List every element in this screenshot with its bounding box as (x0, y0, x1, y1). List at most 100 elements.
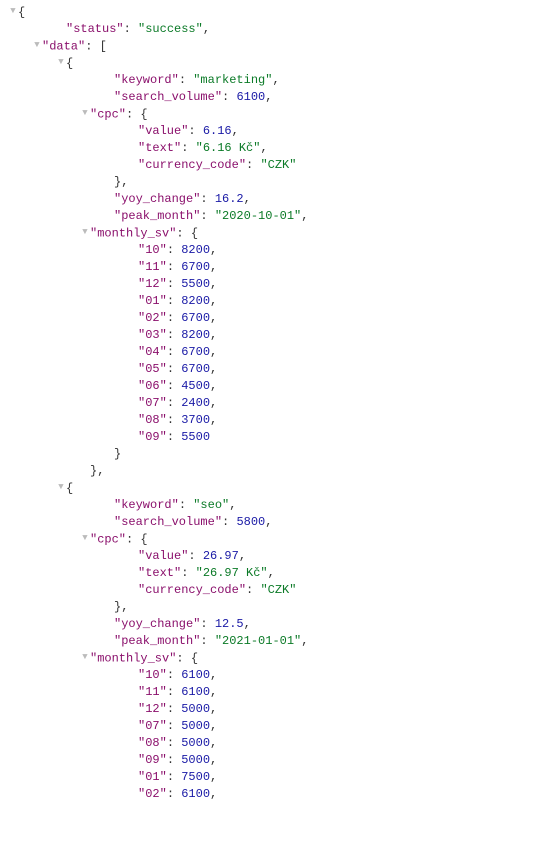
json-punct: , (210, 719, 217, 733)
json-punct: { (66, 57, 73, 71)
json-number: 5800 (236, 515, 265, 529)
json-punct: , (272, 73, 279, 87)
json-punct: { (66, 482, 73, 496)
json-key: "keyword" (114, 498, 179, 512)
json-number: 6700 (181, 362, 210, 376)
json-key: "yoy_change" (114, 617, 200, 631)
json-number: 5000 (181, 702, 210, 716)
json-line: "currency_code": "CZK" (8, 582, 560, 599)
collapse-toggle-icon[interactable]: ▼ (32, 37, 42, 54)
json-line: "text": "26.97 Kč", (8, 565, 560, 582)
json-number: 6700 (181, 311, 210, 325)
json-key: "value" (138, 549, 188, 563)
json-number: 6100 (181, 787, 210, 801)
json-number: 6700 (181, 345, 210, 359)
json-punct: : (167, 719, 181, 733)
json-key: "monthly_sv" (90, 652, 176, 666)
json-punct: , (210, 787, 217, 801)
json-line: "keyword": "seo", (8, 497, 560, 514)
json-punct: , (268, 566, 275, 580)
json-punct: , (210, 736, 217, 750)
json-key: "11" (138, 260, 167, 274)
json-line: "12": 5000, (8, 701, 560, 718)
collapse-toggle-icon[interactable]: ▼ (56, 479, 66, 496)
json-key: "search_volume" (114, 515, 222, 529)
json-key: "yoy_change" (114, 192, 200, 206)
json-line: "01": 7500, (8, 769, 560, 786)
json-key: "01" (138, 294, 167, 308)
json-punct: : (200, 634, 214, 648)
json-punct: : (167, 328, 181, 342)
json-punct: : (167, 396, 181, 410)
collapse-toggle-icon[interactable]: ▼ (8, 3, 18, 20)
json-punct: , (203, 22, 210, 36)
json-line: "02": 6100, (8, 786, 560, 803)
json-line: ▼{ (8, 480, 560, 497)
json-line: "09": 5500 (8, 429, 560, 446)
json-line: "05": 6700, (8, 361, 560, 378)
json-punct: : (167, 243, 181, 257)
json-number: 8200 (181, 243, 210, 257)
json-punct: : { (176, 227, 198, 241)
json-punct: : (167, 362, 181, 376)
json-line: ▼"monthly_sv": { (8, 225, 560, 242)
json-line: "value": 6.16, (8, 123, 560, 140)
collapse-toggle-icon[interactable]: ▼ (80, 105, 90, 122)
json-number: 16.2 (215, 192, 244, 206)
json-line: "06": 4500, (8, 378, 560, 395)
json-line: "07": 2400, (8, 395, 560, 412)
json-line: "11": 6700, (8, 259, 560, 276)
json-key: "text" (138, 566, 181, 580)
json-punct: : (200, 617, 214, 631)
json-line: ▼"data": [ (8, 38, 560, 55)
json-number: 6100 (236, 90, 265, 104)
json-key: "10" (138, 668, 167, 682)
json-line: "value": 26.97, (8, 548, 560, 565)
json-line: "status": "success", (8, 21, 560, 38)
json-punct: : (167, 702, 181, 716)
json-key: "08" (138, 413, 167, 427)
collapse-toggle-icon[interactable]: ▼ (56, 54, 66, 71)
collapse-toggle-icon[interactable]: ▼ (80, 530, 90, 547)
json-punct: : (167, 787, 181, 801)
json-line: }, (8, 174, 560, 191)
json-key: "cpc" (90, 108, 126, 122)
json-key: "text" (138, 141, 181, 155)
json-punct: , (210, 362, 217, 376)
collapse-toggle-icon[interactable]: ▼ (80, 224, 90, 241)
json-key: "04" (138, 345, 167, 359)
json-punct: , (232, 124, 239, 138)
json-punct: : (167, 753, 181, 767)
json-key: "status" (66, 22, 124, 36)
json-number: 5500 (181, 430, 210, 444)
json-punct: , (210, 770, 217, 784)
json-line: "04": 6700, (8, 344, 560, 361)
json-key: "03" (138, 328, 167, 342)
json-number: 5500 (181, 277, 210, 291)
json-key: "06" (138, 379, 167, 393)
json-line: "08": 5000, (8, 735, 560, 752)
json-punct: : (167, 260, 181, 274)
json-key: "11" (138, 685, 167, 699)
json-punct: : (188, 124, 202, 138)
json-punct: : (200, 209, 214, 223)
json-punct: : (179, 498, 193, 512)
json-punct: , (265, 515, 272, 529)
json-punct: , (210, 277, 217, 291)
json-punct: : (167, 736, 181, 750)
json-punct: }, (90, 464, 104, 478)
json-line: ▼{ (8, 55, 560, 72)
json-punct: , (265, 90, 272, 104)
json-key: "search_volume" (114, 90, 222, 104)
json-key: "08" (138, 736, 167, 750)
json-number: 6100 (181, 668, 210, 682)
json-number: 2400 (181, 396, 210, 410)
json-punct: , (210, 294, 217, 308)
json-punct: , (301, 209, 308, 223)
json-punct: : { (126, 108, 148, 122)
collapse-toggle-icon[interactable]: ▼ (80, 649, 90, 666)
json-key: "peak_month" (114, 209, 200, 223)
json-punct: : (167, 430, 181, 444)
json-punct: , (210, 243, 217, 257)
json-string: "2020-10-01" (215, 209, 301, 223)
